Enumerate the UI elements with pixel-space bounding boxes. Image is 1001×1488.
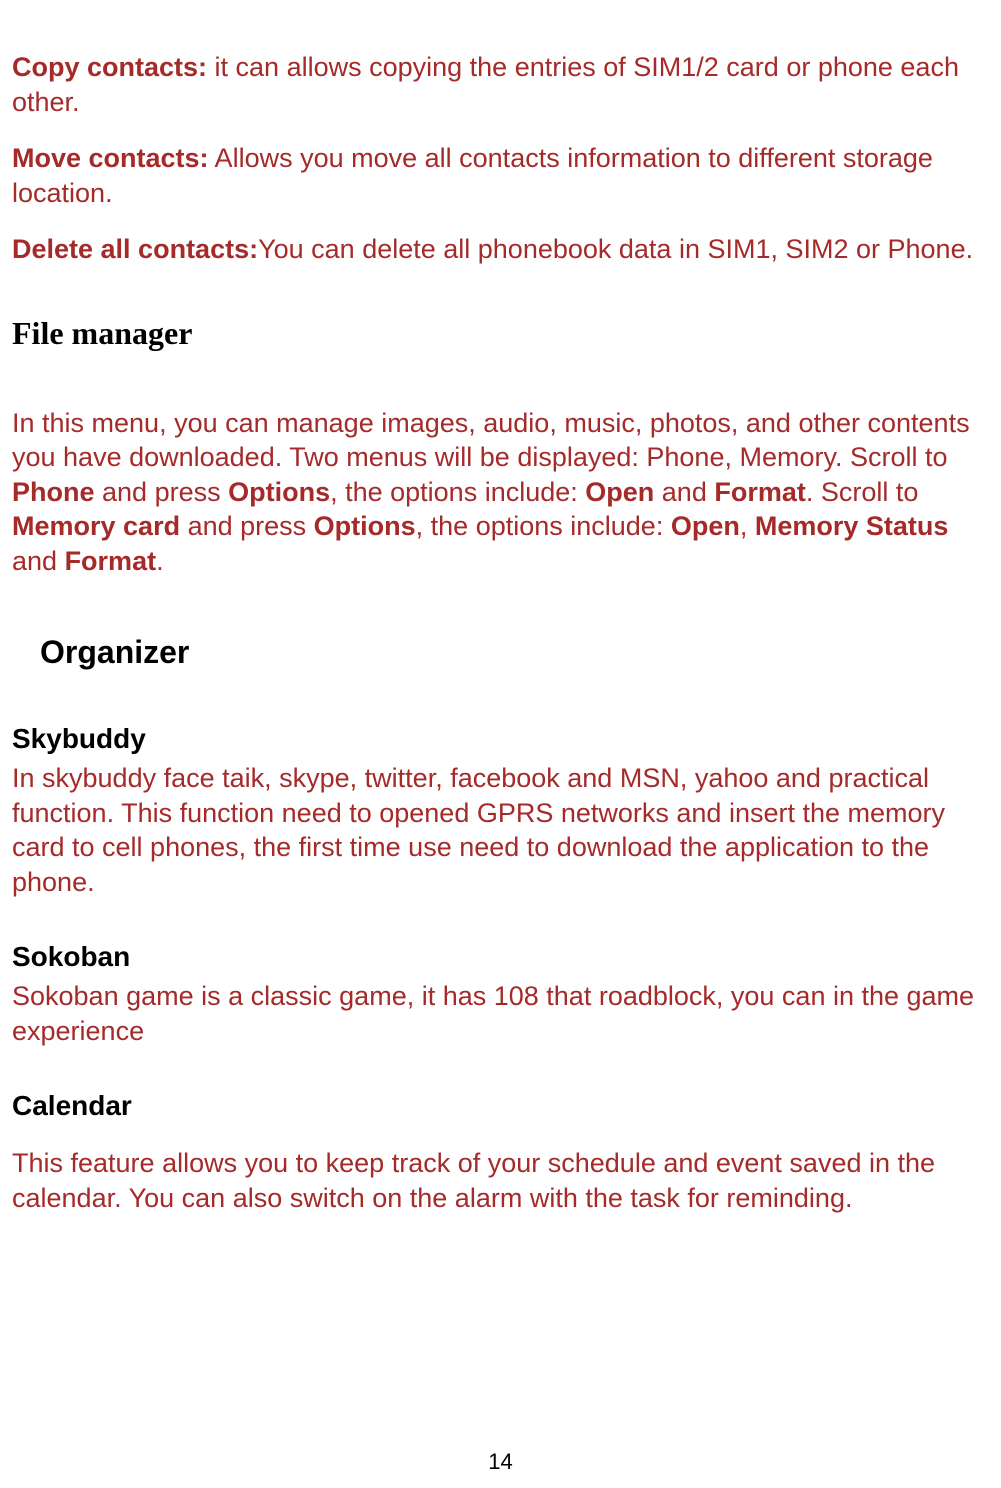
fm-text-f: and press (180, 511, 314, 541)
fm-memcard: Memory card (12, 511, 180, 541)
sokoban-block: Sokoban Sokoban game is a classic game, … (12, 939, 983, 1048)
skybuddy-text: In skybuddy face taik, skype, twitter, f… (12, 761, 983, 899)
delete-all-contacts-text: You can delete all phonebook data in SIM… (258, 234, 973, 264)
fm-text-d: and (654, 477, 714, 507)
fm-text-g: , the options include: (416, 511, 671, 541)
page-number: 14 (0, 1448, 1001, 1476)
fm-options2: Options (314, 511, 416, 541)
fm-text-a: In this menu, you can manage images, aud… (12, 408, 970, 473)
sokoban-text: Sokoban game is a classic game, it has 1… (12, 979, 983, 1048)
fm-text-b: and press (95, 477, 229, 507)
delete-all-contacts-paragraph: Delete all contacts:You can delete all p… (12, 232, 983, 267)
copy-contacts-paragraph: Copy contacts: it can allows copying the… (12, 50, 983, 119)
page: Copy contacts: it can allows copying the… (0, 0, 1001, 1488)
sokoban-heading: Sokoban (12, 939, 983, 975)
calendar-heading: Calendar (12, 1088, 983, 1124)
copy-contacts-label: Copy contacts: (12, 52, 207, 82)
fm-text-c: , the options include: (330, 477, 585, 507)
skybuddy-block: Skybuddy In skybuddy face taik, skype, t… (12, 721, 983, 899)
calendar-block: Calendar This feature allows you to keep… (12, 1088, 983, 1215)
file-manager-heading: File manager (12, 313, 983, 354)
file-manager-paragraph: In this menu, you can manage images, aud… (12, 406, 983, 579)
fm-open1: Open (585, 477, 654, 507)
fm-format1: Format (714, 477, 806, 507)
skybuddy-heading: Skybuddy (12, 721, 983, 757)
fm-open2: Open (671, 511, 740, 541)
organizer-heading: Organizer (40, 632, 983, 673)
fm-memstatus: Memory Status (755, 511, 949, 541)
fm-phone: Phone (12, 477, 95, 507)
fm-text-j: . (156, 546, 164, 576)
fm-options1: Options (228, 477, 330, 507)
fm-text-e: . Scroll to (806, 477, 919, 507)
fm-text-i: and (12, 546, 65, 576)
move-contacts-paragraph: Move contacts: Allows you move all conta… (12, 141, 983, 210)
fm-format2: Format (65, 546, 157, 576)
calendar-text: This feature allows you to keep track of… (12, 1146, 983, 1215)
delete-all-contacts-label: Delete all contacts: (12, 234, 258, 264)
fm-text-h: , (740, 511, 755, 541)
move-contacts-label: Move contacts: (12, 143, 209, 173)
